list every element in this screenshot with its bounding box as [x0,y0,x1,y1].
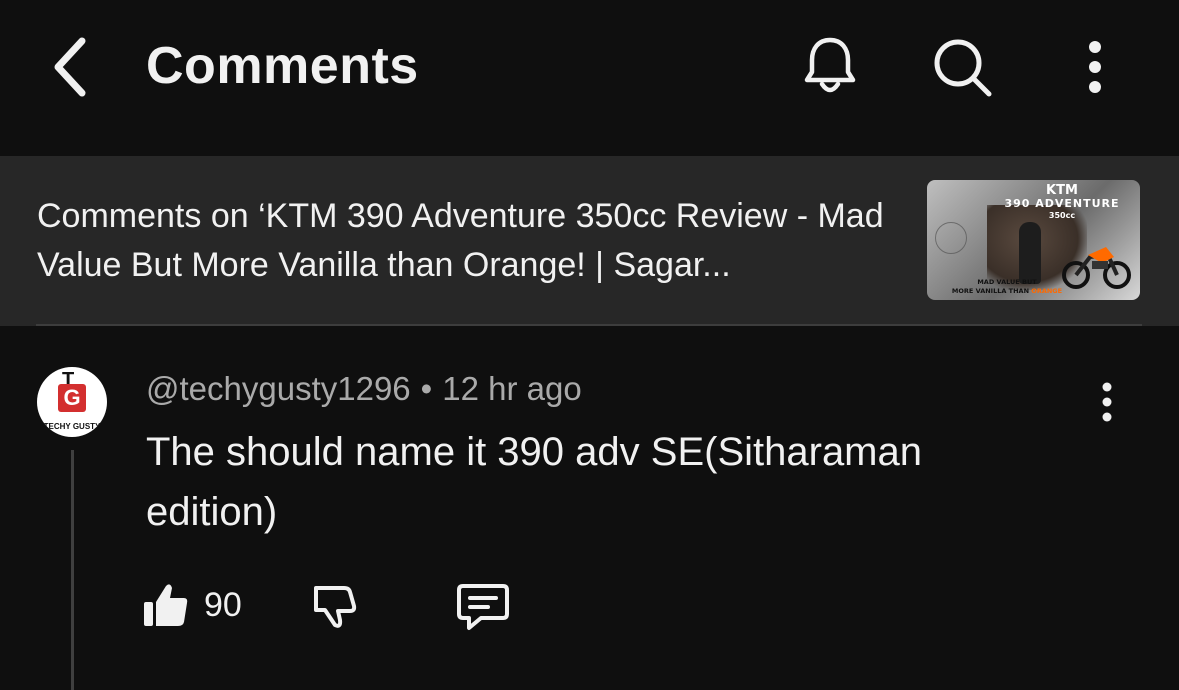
thumbnail-tagline-2: MORE VANILLA THAN ORANGE [942,287,1072,295]
like-count: 90 [204,585,242,624]
top-app-bar: Comments [0,0,1179,156]
thumbnail-model: 390 ADVENTURE [1004,197,1120,210]
comment-time: 12 hr ago [442,370,582,407]
bell-icon [804,37,856,93]
video-context-banner[interactable]: Comments on ‘KTM 390 Adventure 350cc Rev… [0,156,1179,326]
dislike-button[interactable] [310,580,360,630]
thumbnail-tagline-prefix: MORE VANILLA THAN [951,287,1030,295]
thumbs-down-icon [314,586,357,628]
video-thumbnail[interactable]: KTM 390 ADVENTURE 350cc MAD VALUE BUT MO… [927,180,1140,300]
thumbs-up-icon [144,584,188,626]
more-options-button[interactable] [1060,32,1130,102]
search-icon [934,39,992,97]
thumbnail-tagline-highlight: ORANGE [1031,287,1063,295]
comment-more-button[interactable] [1082,372,1132,432]
channel-watermark-icon [935,222,967,254]
reply-comment-icon [457,584,509,630]
thumbnail-cc: 350cc [1048,211,1076,220]
more-vertical-icon [1102,382,1112,422]
video-title: Comments on ‘KTM 390 Adventure 350cc Rev… [37,197,884,284]
motorcycle-icon [1062,247,1131,289]
reply-button[interactable] [455,580,511,632]
page-title: Comments [146,37,419,95]
comment-author[interactable]: @techygusty1296 [146,370,411,407]
avatar-tag: TECHY GUSTY [43,422,101,431]
comment-meta: @techygusty1296 • 12 hr ago [146,370,582,408]
comment-text: The should name it 390 adv SE(Sitharaman… [146,430,922,534]
divider [36,324,1142,326]
more-vertical-icon [1089,41,1101,93]
meta-separator: • [420,370,433,407]
thumbnail-brand: KTM [1046,183,1078,198]
chevron-left-icon [54,37,86,97]
avatar-letter-g: G [58,384,86,412]
avatar[interactable]: T G TECHY GUSTY [37,367,107,437]
like-button[interactable]: 90 [140,580,242,630]
search-button[interactable] [927,32,997,102]
thread-line [71,450,74,690]
back-button[interactable] [40,32,100,102]
notifications-button[interactable] [795,32,865,102]
thumbnail-tagline-1: MAD VALUE BUT [977,278,1037,286]
thumbnail-rider [1019,222,1041,284]
